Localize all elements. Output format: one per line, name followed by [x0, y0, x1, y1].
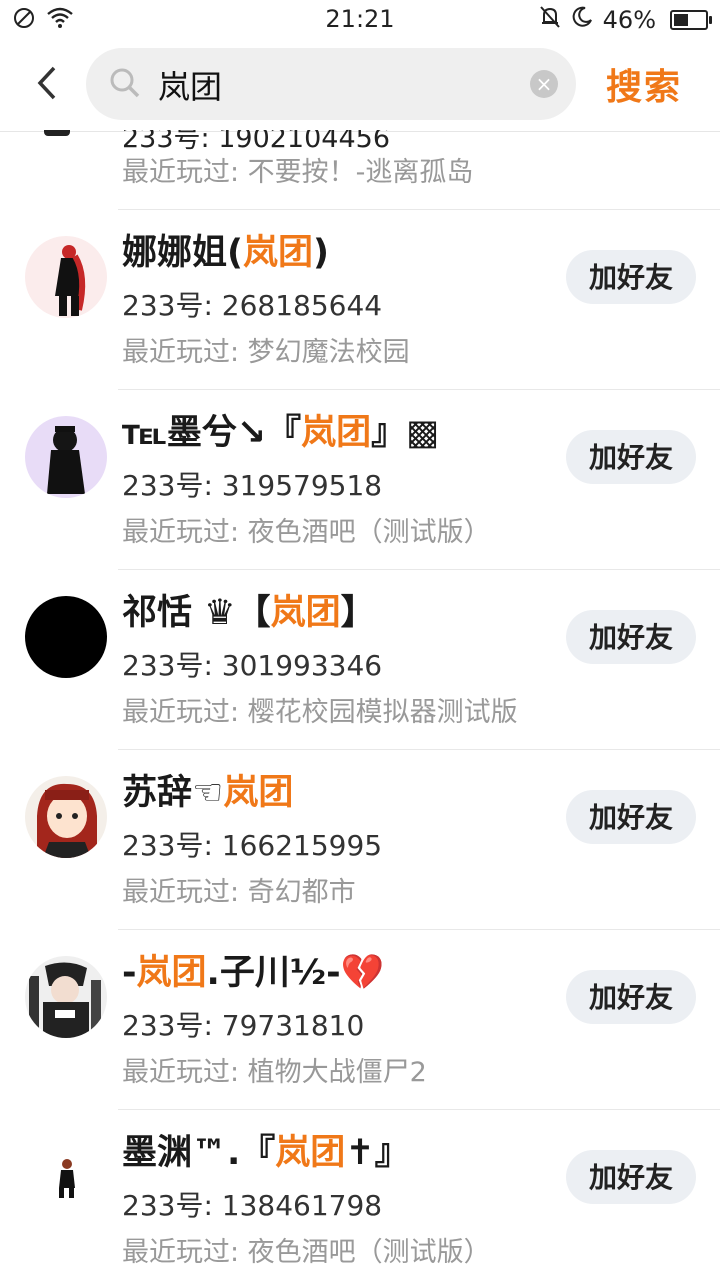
list-item[interactable]: 祁恬 ♛【岚团】 233号: 301993346 最近玩过: 樱花校园模拟器测试…: [0, 570, 720, 750]
add-friend-button[interactable]: 加好友: [566, 790, 696, 844]
search-button[interactable]: 搜索: [606, 58, 682, 110]
clear-search-icon[interactable]: ×: [530, 70, 558, 98]
recent-game: 最近玩过: 夜色酒吧（测试版）: [122, 1237, 491, 1268]
battery-icon: [670, 10, 712, 30]
back-button[interactable]: [30, 64, 64, 102]
list-item[interactable]: -岚团.子川½-💔 233号: 79731810 最近玩过: 植物大战僵尸2 加…: [0, 930, 720, 1110]
list-item[interactable]: 墨渊™.『岚团✝』 233号: 138461798 最近玩过: 夜色酒吧（测试版…: [0, 1110, 720, 1280]
nickname: ℡墨兮↘『岚团』▩: [122, 413, 440, 453]
add-friend-button[interactable]: 加好友: [566, 1150, 696, 1204]
search-box[interactable]: ×: [86, 48, 576, 120]
add-friend-button[interactable]: 加好友: [566, 430, 696, 484]
user-id: 233号: 79731810: [122, 1009, 365, 1042]
list-item[interactable]: ℡墨兮↘『岚团』▩ 233号: 319579518 最近玩过: 夜色酒吧（测试版…: [0, 390, 720, 570]
keyword-highlight: 岚团: [136, 953, 207, 993]
avatar[interactable]: [25, 956, 107, 1038]
user-id: 233号: 138461798: [122, 1189, 383, 1222]
avatar[interactable]: [25, 776, 107, 858]
list-item[interactable]: 娜娜姐(岚团) 233号: 268185644 最近玩过: 梦幻魔法校园 加好友: [0, 210, 720, 390]
nickname: 墨渊™.『岚团✝』: [122, 1133, 410, 1173]
avatar: [44, 130, 70, 136]
list-item[interactable]: 233号: 1902104456 最近玩过: 不要按！-逃离孤岛: [0, 130, 720, 210]
nickname: 娜娜姐(岚团): [122, 233, 330, 273]
search-icon: [108, 66, 142, 104]
recent-game: 最近玩过: 夜色酒吧（测试版）: [122, 517, 491, 548]
battery-level: [674, 14, 688, 26]
keyword-highlight: 岚团: [223, 773, 294, 813]
recent-game: 最近玩过: 植物大战僵尸2: [122, 1057, 427, 1088]
mute-bell-icon: [539, 5, 561, 35]
recent-game: 最近玩过: 不要按！-逃离孤岛: [122, 157, 474, 188]
search-input[interactable]: [156, 60, 520, 110]
status-bar: 21:21 46%: [0, 0, 720, 38]
recent-game: 最近玩过: 奇幻都市: [122, 877, 356, 908]
moon-icon: [571, 6, 593, 34]
user-id: 233号: 268185644: [122, 289, 383, 322]
back-arrow-icon: [37, 66, 56, 100]
avatar[interactable]: [25, 416, 107, 498]
avatar[interactable]: [25, 596, 107, 678]
list-item[interactable]: 苏辞☜岚团 233号: 166215995 最近玩过: 奇幻都市 加好友: [0, 750, 720, 930]
add-friend-button[interactable]: 加好友: [566, 250, 696, 304]
keyword-highlight: 岚团: [243, 233, 314, 273]
nickname: -岚团.子川½-💔: [122, 953, 385, 993]
avatar[interactable]: [25, 1136, 107, 1218]
results-list[interactable]: 233号: 1902104456 最近玩过: 不要按！-逃离孤岛 娜娜姐(岚团)…: [0, 130, 720, 1280]
search-header: × 搜索: [0, 38, 720, 132]
recent-game: 最近玩过: 樱花校园模拟器测试版: [122, 697, 518, 728]
add-friend-button[interactable]: 加好友: [566, 970, 696, 1024]
avatar[interactable]: [25, 236, 107, 318]
keyword-highlight: 岚团: [270, 593, 341, 633]
battery-percent: 46%: [602, 6, 656, 34]
nickname: 苏辞☜岚团: [122, 773, 294, 813]
add-friend-button[interactable]: 加好友: [566, 610, 696, 664]
nickname: 祁恬 ♛【岚团】: [122, 593, 376, 633]
user-id: 233号: 301993346: [122, 649, 383, 682]
recent-game: 最近玩过: 梦幻魔法校园: [122, 337, 410, 368]
user-id: 233号: 166215995: [122, 829, 383, 862]
keyword-highlight: 岚团: [301, 413, 372, 453]
user-id: 233号: 319579518: [122, 469, 383, 502]
keyword-highlight: 岚团: [275, 1133, 346, 1173]
